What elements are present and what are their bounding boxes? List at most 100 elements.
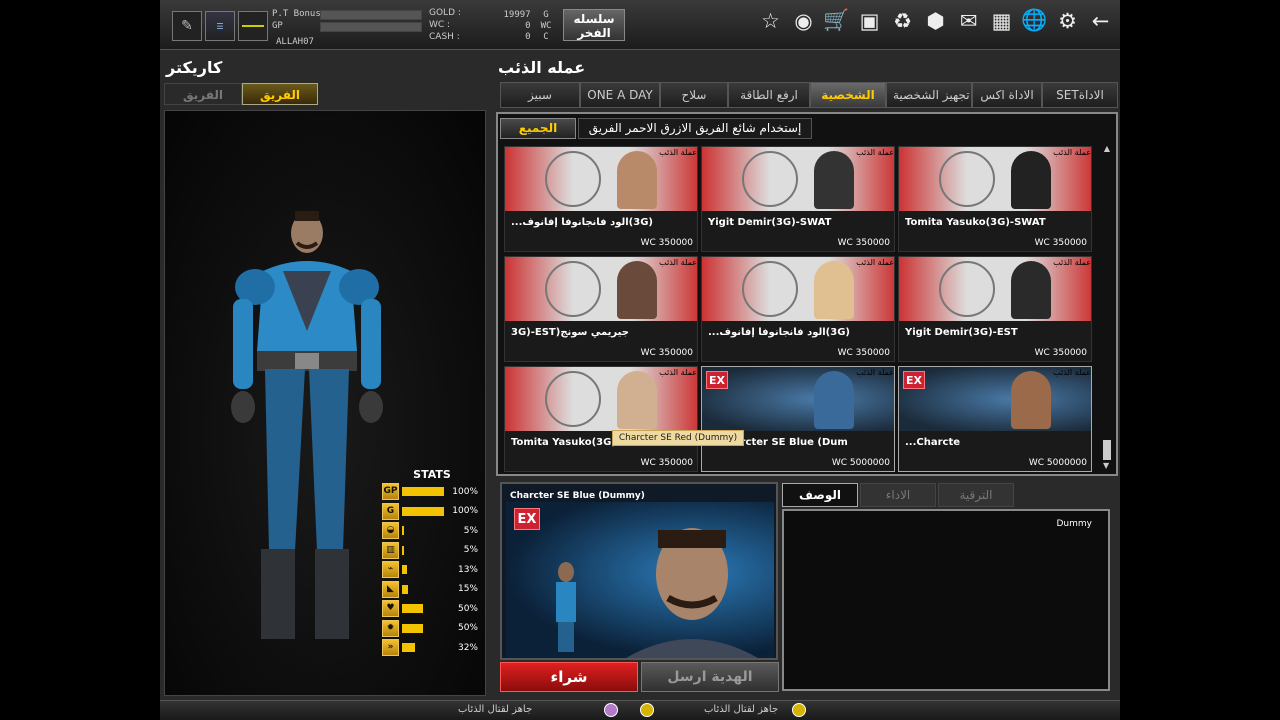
category-tab[interactable]: الاداة اكس [972, 82, 1042, 108]
currency-tag: عملة الذئب [1053, 258, 1091, 267]
currency-tag: عملة الذئب [659, 258, 697, 267]
item-tooltip: Charcter SE Red (Dummy) [612, 430, 744, 446]
item-price: WC 350000 [640, 238, 693, 248]
toolbar-icons: ☆ ◉ 🛒 ▣ ♻ ⬢ ✉ ▦ 🌐 ⚙ ← [757, 7, 1114, 34]
ex-badge: EX [903, 371, 925, 389]
stat-row: ✹ 50% [382, 619, 482, 639]
stat-row: ♥ 50% [382, 599, 482, 619]
stat-bar-fill [402, 584, 409, 594]
notepad-icon[interactable]: ✎ [172, 11, 202, 41]
medal-icon[interactable]: ◉ [790, 7, 817, 34]
pt-bonus-bar [320, 10, 422, 20]
category-tab[interactable]: سبيز [500, 82, 580, 108]
stat-bar [402, 506, 444, 516]
top-bar: ✎ ☰ P.T Bonus GP ALLAH07 GOLD : WC : CAS… [160, 0, 1120, 50]
character-portrait [1011, 151, 1051, 209]
item-grid-frame: الجميع إستخدام شائع الفريق الازرق الاحمر… [496, 112, 1118, 476]
category-tabs: SETالاداة الاداة اكس تجهيز الشخصية الشخصية ا… [496, 82, 1118, 108]
description-box: Dummy [782, 509, 1110, 691]
scroll-thumb[interactable] [1103, 440, 1111, 460]
clan-emblem-icon [238, 11, 268, 41]
send-gift-button[interactable]: الهدية ارسل [641, 662, 779, 692]
tab-performance[interactable]: الاداء [860, 483, 936, 507]
rank-badge-icon: ☰ [205, 11, 235, 41]
stat-bar-fill [402, 526, 405, 536]
tab-blue-team[interactable]: الفريق الازرق [242, 83, 318, 124]
item-name: Yigit Demir(3G)-SWAT [708, 217, 832, 228]
item-card[interactable]: عملة الذئب Yigit Demir(3G)-EST WC 350000 [898, 256, 1092, 362]
weapon-icon: ⌁ [382, 561, 399, 579]
cart-icon[interactable]: 🛒 [823, 7, 850, 34]
item-card[interactable]: عملة الذئب 3G)-EST)جيريمي سونج WC 350000 [504, 256, 698, 362]
stat-bar [402, 643, 444, 653]
gear-icon[interactable]: ⚙ [1054, 7, 1081, 34]
star-icon[interactable]: ☆ [757, 7, 784, 34]
item-card[interactable]: عملة الذئب Yigit Demir(3G)-SWAT WC 350000 [701, 146, 895, 252]
category-tab[interactable]: سلاح [660, 82, 728, 108]
character-portrait [617, 371, 657, 429]
category-tab[interactable]: الشخصية [810, 82, 886, 108]
box-icon[interactable]: ⬢ [922, 7, 949, 34]
item-card[interactable]: عملة الذئب Tomita Yasuko(3G)-EST WC 350000 [504, 366, 698, 472]
currency-tag: عملة الذئب [659, 368, 697, 377]
globe-icon[interactable]: 🌐 [1021, 7, 1048, 34]
tab-upgrade[interactable]: الترقية [938, 483, 1014, 507]
crosshair-icon [545, 371, 601, 427]
shop-title: عمله الذئب [498, 58, 586, 77]
stat-value: 50% [457, 603, 478, 614]
filter-team-button[interactable]: إستخدام شائع الفريق الازرق الاحمر الفريق [578, 118, 812, 139]
category-tab[interactable]: ارفع الطاقة [728, 82, 810, 108]
tab-description[interactable]: الوصف [782, 483, 858, 507]
item-card[interactable]: عملة الذئب EX ...Charcte WC 5000000 [898, 366, 1092, 472]
item-card[interactable]: عملة الذئب ...الود فانجانوفا إفانوف(3G) WC… [701, 256, 895, 362]
item-card[interactable]: عملة الذئب ...الود فانجانوفا إفانوف(3G) WC… [504, 146, 698, 252]
scroll-down-icon[interactable]: ▼ [1103, 461, 1109, 470]
stat-value: 5% [463, 545, 478, 556]
category-tab[interactable]: ONE A DAY [580, 82, 660, 108]
tab-red-team[interactable]: الفريق الاحمر [164, 83, 242, 124]
filter-all-button[interactable]: الجميع [500, 118, 576, 139]
profile-card-icon[interactable]: ▦ [988, 7, 1015, 34]
character-panel-title: كاريكتر [166, 58, 223, 77]
item-name: ...الود فانجانوفا إفانوف(3G) [708, 327, 850, 338]
currency-tag: عملة الذئب [856, 368, 894, 377]
speaker-icon[interactable] [792, 703, 806, 717]
burst-icon: ✹ [382, 619, 399, 637]
user-status-icon[interactable] [604, 703, 618, 717]
category-tab[interactable]: تجهيز الشخصية [886, 82, 972, 108]
boot-icon: ◣ [382, 580, 399, 598]
item-card[interactable]: عملة الذئب Tomita Yasuko(3G)-SWAT WC 35000… [898, 146, 1092, 252]
item-scrollbar[interactable]: ▲ ▼ [1102, 144, 1112, 470]
item-price: WC 350000 [837, 238, 890, 248]
stat-value: 13% [457, 564, 478, 575]
character-preview[interactable]: STATS GP 100% G 100% ◒ 5% ▥ 5% ⌁ 13% ◣ 15% ♥ 50% ✹ 50% »… [164, 110, 486, 696]
stat-value: 100% [452, 506, 478, 517]
scroll-up-icon[interactable]: ▲ [1102, 144, 1112, 153]
stat-bar-fill [402, 623, 423, 633]
preview-art [556, 528, 758, 658]
buy-button[interactable]: شراء [500, 662, 638, 692]
clan-status-icon[interactable] [640, 703, 654, 717]
item-thumbnail: عملة الذئب [899, 147, 1091, 211]
crosshair-icon [939, 151, 995, 207]
currency-tag: عملة الذئب [659, 148, 697, 157]
gp-bar [320, 22, 422, 32]
currency-tag: عملة الذئب [856, 148, 894, 157]
gp-label: GP [272, 21, 283, 31]
stat-row: ◣ 15% [382, 580, 482, 600]
item-name: 3G)-EST)جيريمي سونج [511, 327, 629, 338]
stat-bar-fill [402, 506, 444, 516]
stats-panel: STATS GP 100% G 100% ◒ 5% ▥ 5% ⌁ 13% ◣ 15% ♥ 50% ✹ 50% »… [382, 468, 482, 658]
inventory-icon[interactable]: ▣ [856, 7, 883, 34]
recycle-icon[interactable]: ♻ [889, 7, 916, 34]
back-arrow-icon[interactable]: ← [1087, 7, 1114, 34]
heart-icon: ♥ [382, 600, 399, 618]
vest-icon: ▥ [382, 541, 399, 559]
chain-of-glory-button[interactable]: سلسله الفخر [563, 9, 625, 41]
item-card[interactable]: عملة الذئب EX ...Charcter SE Blue (Dum WC 5… [701, 366, 895, 472]
stat-row: GP 100% [382, 482, 482, 502]
category-tab[interactable]: SETالاداة [1042, 82, 1118, 108]
character-portrait [617, 151, 657, 209]
stat-bar [402, 487, 444, 497]
mail-icon[interactable]: ✉ [955, 7, 982, 34]
